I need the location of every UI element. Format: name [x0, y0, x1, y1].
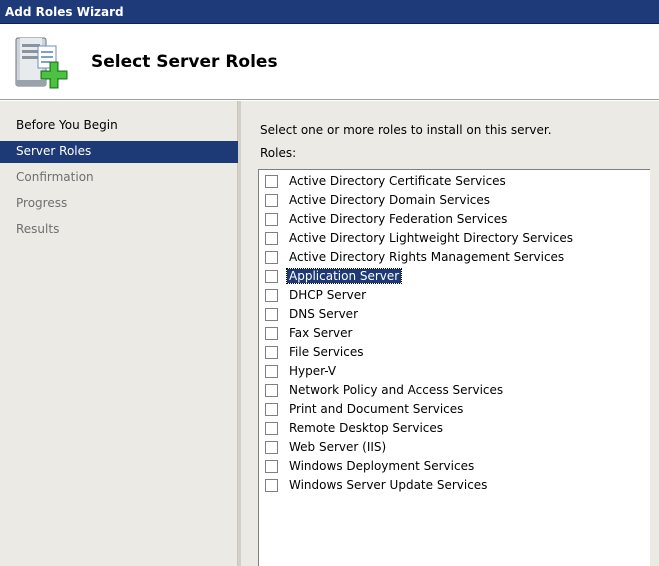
role-item-application-server[interactable]: Application Server [265, 267, 403, 285]
nav-item-progress: Progress [0, 193, 238, 215]
role-checkbox[interactable] [265, 326, 278, 340]
roles-label: Roles: [260, 146, 297, 160]
role-label: Fax Server [289, 326, 353, 340]
role-label: Network Policy and Access Services [289, 383, 504, 397]
main-content: Select one or more roles to install on t… [241, 101, 659, 566]
role-label: Active Directory Certificate Services [289, 174, 506, 188]
role-checkbox[interactable] [265, 459, 278, 473]
role-item-ad-rights-management-services[interactable]: Active Directory Rights Management Servi… [265, 248, 566, 266]
role-item-ad-certificate-services[interactable]: Active Directory Certificate Services [265, 172, 508, 190]
role-item-ad-federation-services[interactable]: Active Directory Federation Services [265, 210, 509, 228]
role-label: Active Directory Federation Services [289, 212, 508, 226]
roles-list[interactable]: Active Directory Certificate Services Ac… [258, 169, 650, 566]
page-title: Select Server Roles [91, 52, 278, 72]
role-label: Active Directory Rights Management Servi… [289, 250, 565, 264]
role-label: DHCP Server [289, 288, 367, 302]
role-label: Windows Deployment Services [289, 459, 475, 473]
nav-item-results: Results [0, 219, 238, 241]
role-item-file-services[interactable]: File Services [265, 343, 366, 361]
role-checkbox[interactable] [265, 478, 278, 492]
role-item-ad-domain-services[interactable]: Active Directory Domain Services [265, 191, 492, 209]
nav-item-label: Server Roles [16, 144, 92, 158]
role-item-windows-deployment-services[interactable]: Windows Deployment Services [265, 457, 476, 475]
wizard-steps-nav: Before You Begin Server Roles Confirmati… [0, 101, 238, 566]
role-item-network-policy-access-services[interactable]: Network Policy and Access Services [265, 381, 505, 399]
role-checkbox[interactable] [265, 345, 278, 359]
role-item-print-document-services[interactable]: Print and Document Services [265, 400, 465, 418]
role-label: Hyper-V [289, 364, 337, 378]
window-title-bar: Add Roles Wizard [0, 0, 659, 24]
role-item-ad-lightweight-directory-services[interactable]: Active Directory Lightweight Directory S… [265, 229, 575, 247]
nav-item-server-roles[interactable]: Server Roles [0, 141, 238, 163]
nav-item-before-you-begin[interactable]: Before You Begin [0, 115, 238, 137]
role-item-hyper-v[interactable]: Hyper-V [265, 362, 338, 380]
instruction-text: Select one or more roles to install on t… [260, 123, 552, 137]
role-item-fax-server[interactable]: Fax Server [265, 324, 354, 342]
role-checkbox[interactable] [265, 193, 278, 207]
role-checkbox[interactable] [265, 364, 278, 378]
role-label: Web Server (IIS) [289, 440, 387, 454]
role-item-dhcp-server[interactable]: DHCP Server [265, 286, 368, 304]
wizard-header: Select Server Roles [0, 24, 659, 100]
role-checkbox[interactable] [265, 383, 278, 397]
role-checkbox[interactable] [265, 231, 278, 245]
role-label: Active Directory Domain Services [289, 193, 491, 207]
role-label: Remote Desktop Services [289, 421, 444, 435]
role-label: Active Directory Lightweight Directory S… [289, 231, 573, 245]
role-label: Windows Server Update Services [289, 478, 488, 492]
role-label: DNS Server [289, 307, 358, 321]
role-checkbox[interactable] [265, 421, 278, 435]
role-checkbox[interactable] [265, 307, 278, 321]
nav-item-label: Confirmation [16, 170, 94, 184]
role-item-windows-server-update-services[interactable]: Windows Server Update Services [265, 476, 489, 494]
role-checkbox[interactable] [265, 250, 278, 264]
role-checkbox[interactable] [265, 402, 278, 416]
window-title: Add Roles Wizard [5, 5, 124, 19]
role-label: Application Server [285, 268, 403, 284]
role-item-remote-desktop-services[interactable]: Remote Desktop Services [265, 419, 445, 437]
nav-item-label: Results [16, 222, 60, 236]
role-checkbox[interactable] [265, 174, 278, 188]
role-label: Print and Document Services [289, 402, 464, 416]
nav-item-label: Before You Begin [16, 118, 118, 132]
nav-item-label: Progress [16, 196, 68, 210]
role-checkbox[interactable] [265, 440, 278, 454]
role-item-dns-server[interactable]: DNS Server [265, 305, 360, 323]
server-add-icon [15, 37, 68, 89]
role-item-web-server-iis[interactable]: Web Server (IIS) [265, 438, 388, 456]
role-checkbox[interactable] [265, 288, 278, 302]
role-checkbox[interactable] [265, 269, 278, 283]
nav-item-confirmation: Confirmation [0, 167, 238, 189]
role-label: File Services [289, 345, 364, 359]
role-checkbox[interactable] [265, 212, 278, 226]
